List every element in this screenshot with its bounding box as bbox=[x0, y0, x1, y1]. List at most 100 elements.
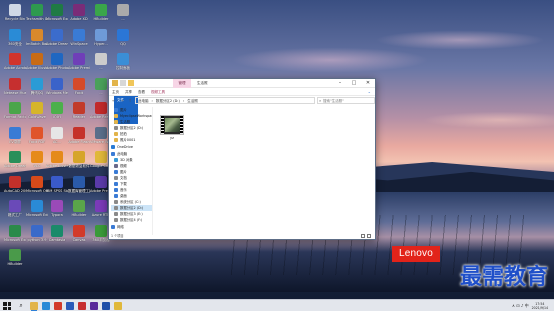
desktop-icon[interactable]: Adobe Flash bbox=[68, 126, 90, 151]
tab-view[interactable]: 查看 bbox=[135, 88, 148, 95]
chrome-icon[interactable] bbox=[114, 302, 122, 310]
desktop-icon[interactable]: Foxit bbox=[68, 77, 90, 102]
title-bar[interactable]: 管理 生活照 – □ ✕ bbox=[109, 79, 375, 88]
desktop-icon[interactable]: Microsoft Edge bbox=[26, 200, 48, 224]
desktop-icon[interactable]: Typora bbox=[46, 200, 68, 224]
properties-icon[interactable] bbox=[120, 80, 126, 86]
desktop-icon-label: ImBatch Batch bbox=[26, 41, 48, 46]
desktop-icon[interactable]: Microsoft Office bbox=[26, 175, 48, 200]
word-icon[interactable] bbox=[66, 302, 74, 310]
new-folder-icon[interactable] bbox=[128, 80, 134, 86]
desktop-icon[interactable]: 数据库管理工具 bbox=[68, 175, 90, 200]
desktop-icon[interactable]: HBuilder bbox=[68, 200, 90, 224]
file-explorer-icon[interactable] bbox=[30, 302, 38, 310]
desktop-icon[interactable]: Netease Music bbox=[4, 77, 26, 102]
minimize-button[interactable]: – bbox=[333, 79, 347, 88]
desktop-icon[interactable]: Canvas bbox=[68, 224, 90, 249]
app-icon bbox=[9, 200, 21, 212]
desktop-icon[interactable]: Recycle Bin bbox=[4, 4, 26, 28]
tab-video-tools[interactable]: 视频工具 bbox=[148, 88, 168, 95]
app-icon bbox=[51, 175, 63, 188]
desktop-icon[interactable]: Microsoft Excel bbox=[46, 4, 68, 28]
desktop-icon[interactable]: Reader bbox=[68, 102, 90, 126]
address-bar[interactable]: 此电脑 › 数据分区2 (D:) › 生活照 bbox=[135, 97, 315, 104]
desktop-icon-label: AC... bbox=[52, 139, 62, 144]
manage-tab[interactable]: 管理 bbox=[173, 79, 191, 88]
file-explorer-window[interactable]: 管理 生活照 – □ ✕ 文件 主页 共享 查看 视频工具 ⌄ ← → ↑ 此电… bbox=[108, 78, 376, 240]
desktop-icon[interactable]: GoldWave bbox=[26, 102, 48, 126]
desktop-icon-label: Foxit PDF bbox=[28, 139, 46, 144]
desktop-icon[interactable]: Adobe Photoshop bbox=[46, 53, 68, 77]
desktop-icon[interactable]: HBuilder bbox=[90, 4, 112, 28]
desktop-icon[interactable]: WinSpace bbox=[68, 28, 90, 53]
nav-item[interactable]: 照片0001 bbox=[111, 137, 152, 143]
desktop-icon[interactable]: HBuilder bbox=[4, 249, 26, 273]
breadcrumb-folder[interactable]: 生活照 bbox=[187, 98, 198, 104]
netease-music-icon[interactable] bbox=[78, 302, 86, 310]
desktop-icon[interactable]: 360安全 bbox=[4, 28, 26, 53]
premiere-icon[interactable] bbox=[90, 302, 98, 310]
desktop-icon-label: HBuilder bbox=[7, 262, 23, 266]
desktop-icon[interactable]: Windows Media bbox=[46, 77, 68, 102]
desktop-icon[interactable]: Camtasia bbox=[46, 224, 68, 249]
tab-home[interactable]: 主页 bbox=[109, 88, 122, 95]
desktop-icon[interactable]: iQIYI bbox=[46, 102, 68, 126]
desktop-icon[interactable]: Adobe Illustrator bbox=[26, 53, 48, 77]
desktop-icon[interactable]: 腾讯QQ bbox=[26, 77, 48, 102]
desktop-icon[interactable]: ... bbox=[112, 4, 134, 28]
photoshop-icon[interactable] bbox=[102, 302, 110, 310]
nav-item-icon bbox=[114, 206, 118, 210]
desktop-icon[interactable]: Hyper... bbox=[90, 28, 112, 53]
nav-item[interactable]: OneDrive bbox=[111, 144, 152, 150]
desktop-icon[interactable]: Adobe Acrobat bbox=[4, 53, 26, 77]
desktop-icon[interactable]: Adobe Illustrator bbox=[46, 151, 68, 175]
desktop-icon[interactable]: Adobe Dreamweaver bbox=[4, 151, 26, 175]
forward-button[interactable]: → bbox=[119, 97, 125, 104]
desktop-icon[interactable]: 数据恢复软件 bbox=[68, 151, 90, 175]
search-icon[interactable]: ⌕ bbox=[14, 301, 28, 311]
desktop-icon[interactable]: VLC bbox=[26, 151, 48, 175]
desktop-icon[interactable]: Microsoft Excel bbox=[4, 224, 26, 249]
desktop-icon[interactable]: 格式工厂 bbox=[4, 200, 26, 224]
desktop-icon[interactable]: Foxit PDF bbox=[26, 126, 48, 151]
desktop-icon[interactable]: ... bbox=[90, 53, 112, 77]
nav-item-icon bbox=[114, 182, 118, 186]
breadcrumb-this-pc[interactable]: 此电脑 bbox=[138, 98, 149, 104]
desktop-icon[interactable]: QQ bbox=[112, 28, 134, 53]
desktop-icon[interactable]: IBM SPSS Statistics bbox=[46, 175, 68, 200]
desktop-icon[interactable]: AC... bbox=[46, 126, 68, 151]
tab-share[interactable]: 共享 bbox=[122, 88, 135, 95]
video-file-item[interactable]: yz bbox=[160, 115, 184, 143]
desktop-icon[interactable]: EV录屏 bbox=[4, 126, 26, 151]
nav-item[interactable]: 网络 bbox=[111, 224, 152, 230]
clock[interactable]: 17:54 2021/9/14 bbox=[532, 302, 548, 310]
app-icon bbox=[31, 53, 43, 65]
expand-ribbon-icon[interactable]: ⌄ bbox=[368, 88, 371, 96]
tray-icons[interactable]: ∧ ⊡ ♪ 中 bbox=[512, 300, 529, 311]
desktop-icon[interactable]: ImBatch Batch bbox=[26, 28, 48, 53]
desktop-icon[interactable]: Adobe XD bbox=[68, 4, 90, 28]
maximize-button[interactable]: □ bbox=[347, 79, 361, 88]
edge-icon[interactable] bbox=[42, 302, 50, 310]
desktop-icon[interactable]: AutoCAD 2008 bbox=[4, 175, 26, 200]
app-icon bbox=[95, 102, 107, 114]
up-button[interactable]: ↑ bbox=[127, 97, 133, 104]
folder-icon[interactable] bbox=[112, 80, 118, 86]
large-icons-view-icon[interactable] bbox=[367, 234, 371, 238]
desktop-icon[interactable]: python 3.9 bbox=[26, 224, 48, 249]
desktop-icon[interactable]: 控制面板 bbox=[112, 53, 134, 77]
desktop-icon[interactable]: Adobe Premiere bbox=[68, 53, 90, 77]
back-button[interactable]: ← bbox=[111, 97, 117, 104]
desktop-icon[interactable]: Format Factory bbox=[4, 102, 26, 126]
breadcrumb-drive-d[interactable]: 数据分区2 (D:) bbox=[156, 98, 180, 104]
nav-item-icon bbox=[114, 114, 118, 118]
nav-item[interactable]: 数据分区4 (F:) bbox=[111, 217, 152, 223]
search-input[interactable]: 搜索"生活照" bbox=[317, 97, 375, 104]
desktop-icon-label: Hyper... bbox=[94, 41, 108, 46]
desktop-icon[interactable]: Adobe Dreamweaver bbox=[46, 28, 68, 53]
wps-icon[interactable] bbox=[54, 302, 62, 310]
close-button[interactable]: ✕ bbox=[361, 79, 375, 88]
details-view-icon[interactable] bbox=[361, 234, 365, 238]
desktop-icon[interactable]: Techsmith Camtasia bbox=[26, 4, 48, 28]
start-button[interactable] bbox=[3, 302, 11, 310]
